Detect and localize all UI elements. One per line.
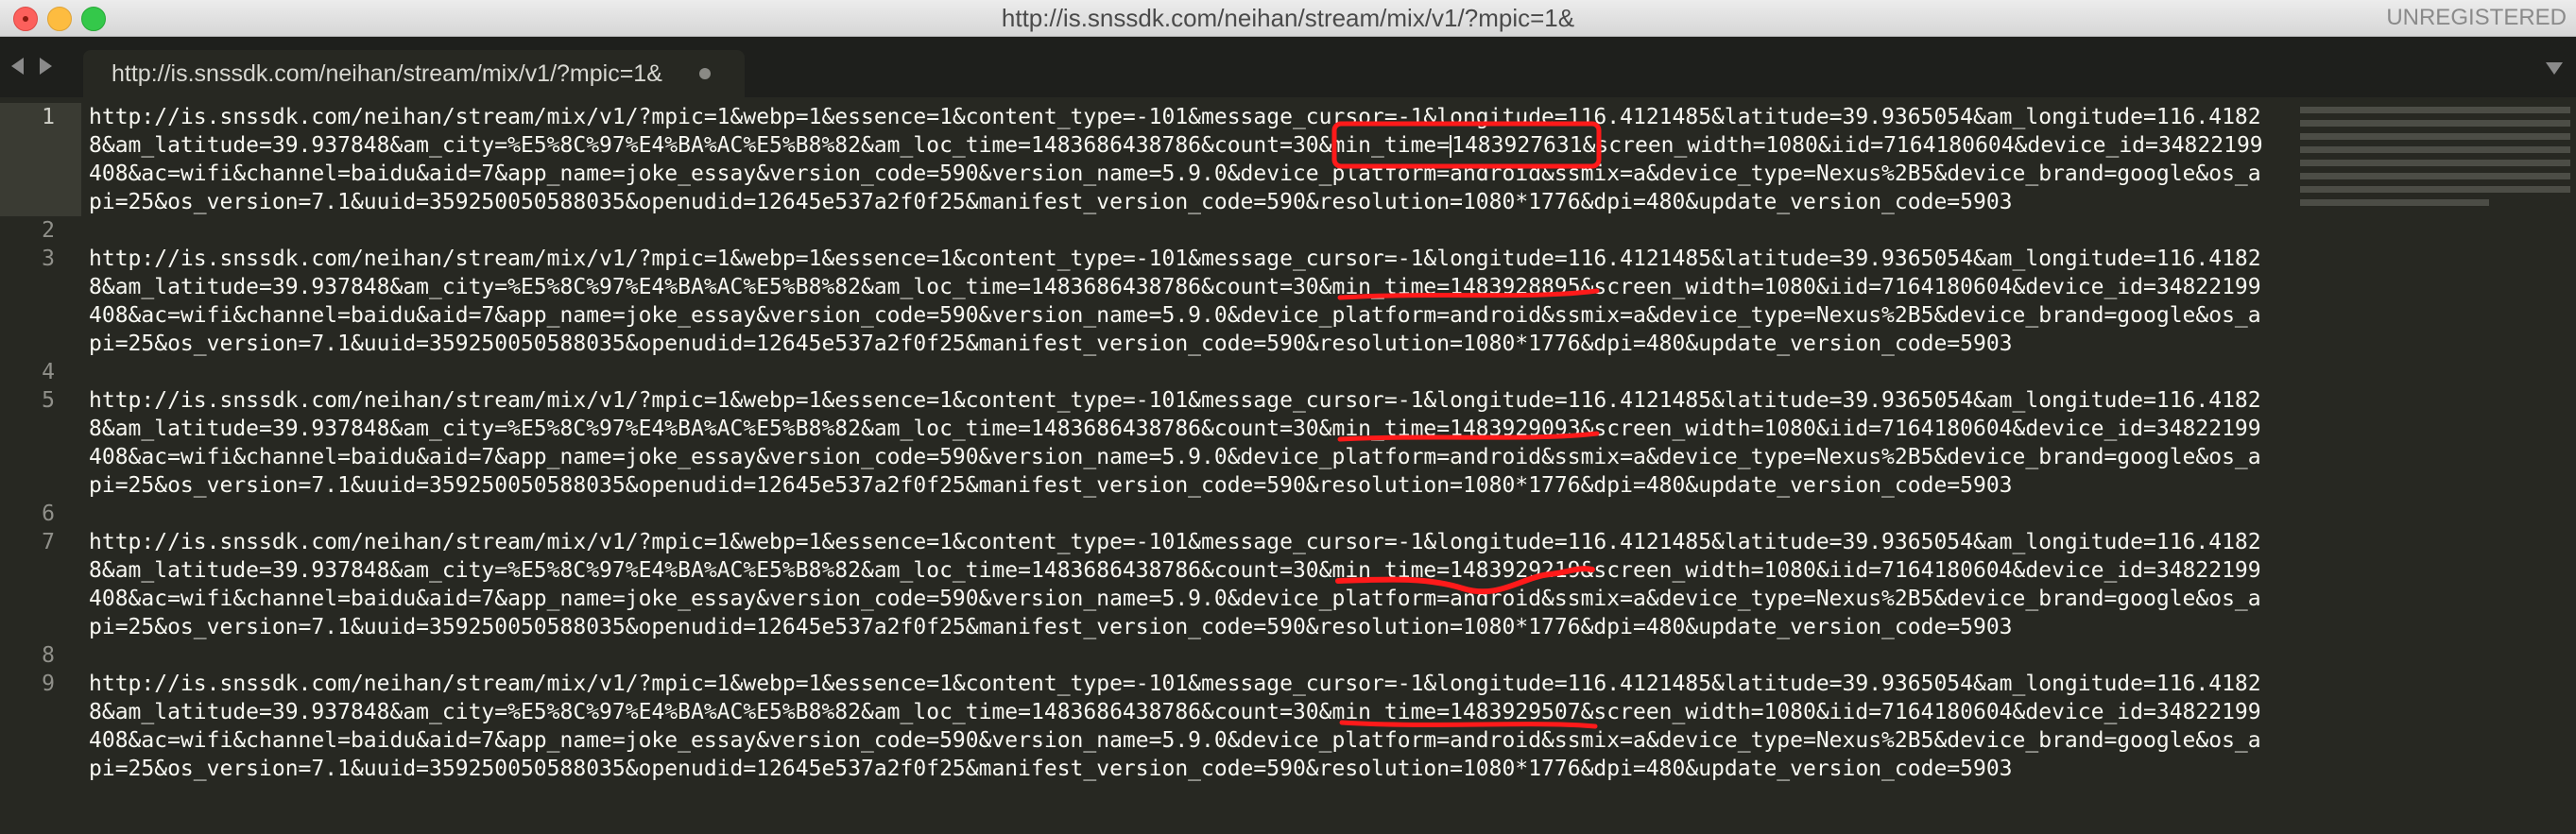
- window-titlebar: http://is.snssdk.com/neihan/stream/mix/v…: [0, 0, 2576, 37]
- scribble-mark: [1335, 566, 1595, 595]
- registration-status: UNREGISTERED: [2386, 5, 2567, 30]
- chevron-right-icon[interactable]: [40, 58, 52, 75]
- underline-mark: [1339, 720, 1598, 729]
- chevron-left-icon[interactable]: [11, 58, 24, 75]
- editor-pane[interactable]: 1 2 3 4 5 6 7 8 9 http://is.snssdk.com/n…: [0, 97, 2576, 827]
- tab-bar: http://is.snssdk.com/neihan/stream/mix/v…: [0, 37, 2576, 97]
- tab-document[interactable]: http://is.snssdk.com/neihan/stream/mix/v…: [83, 50, 745, 97]
- highlight-box: [1331, 121, 1602, 169]
- underline-mark: [1337, 288, 1600, 300]
- chevron-down-icon[interactable]: [2546, 62, 2563, 75]
- underline-mark: [1337, 431, 1600, 442]
- tab-label: http://is.snssdk.com/neihan/stream/mix/v…: [112, 60, 662, 87]
- dot-icon[interactable]: [699, 68, 711, 79]
- window-title: http://is.snssdk.com/neihan/stream/mix/v…: [1001, 4, 1575, 32]
- red-markup-layer: [1331, 121, 1602, 729]
